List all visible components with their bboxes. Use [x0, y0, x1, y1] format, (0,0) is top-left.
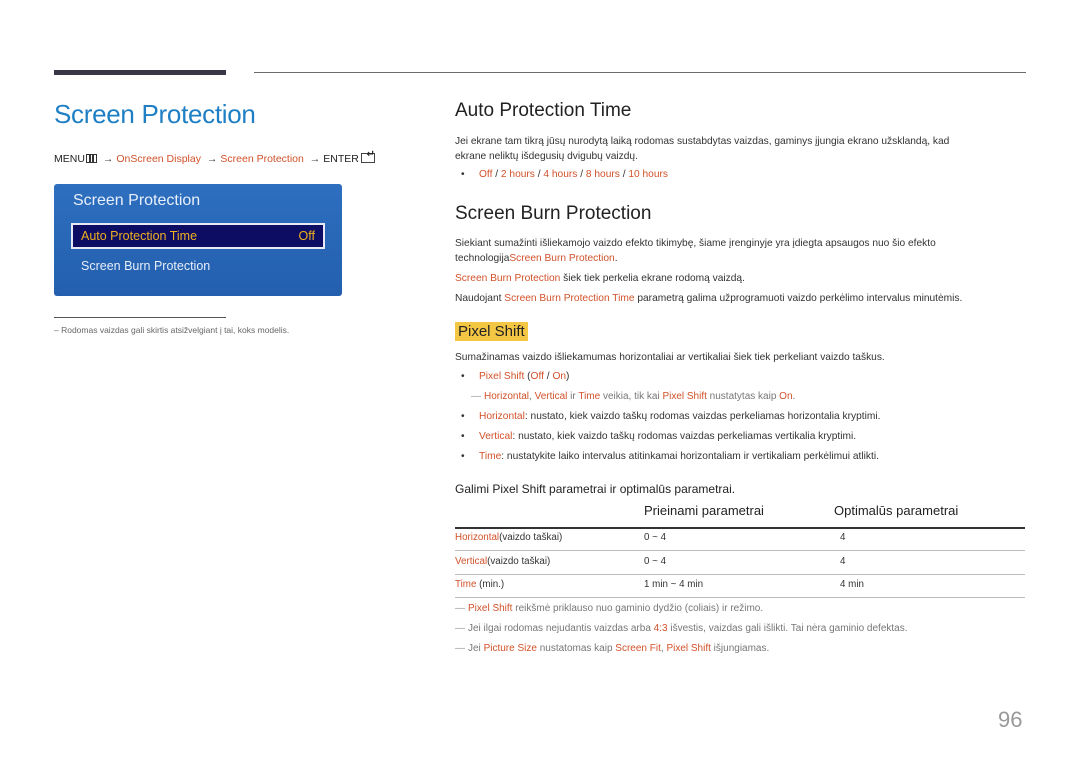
bullet-icon: • [461, 411, 465, 422]
breadcrumb-onscreen-display[interactable]: OnScreen Display [116, 153, 201, 165]
auto-protection-heading: Auto Protection Time [455, 100, 632, 121]
bullet-icon: • [461, 169, 465, 180]
auto-protection-options: • Off / 2 hours / 4 hours / 8 hours / 10 … [461, 169, 669, 180]
osd-menu-panel: Screen Protection Auto Protection Time O… [54, 184, 342, 296]
osd-item-value: Off [298, 229, 315, 243]
osd-menu-title: Screen Protection [73, 192, 201, 209]
option-4-hours: 4 hours [543, 169, 578, 180]
bullet-icon: • [461, 371, 465, 382]
option-8-hours: 8 hours [585, 169, 620, 180]
note-dash-icon: ― [455, 603, 465, 614]
option-off: Off [479, 169, 493, 180]
arrow-icon: → [206, 153, 218, 165]
note-dash-icon: ― [455, 623, 465, 634]
header-rule [254, 72, 1026, 73]
breadcrumb-screen-protection[interactable]: Screen Protection [220, 153, 303, 165]
menu-icon [85, 154, 97, 163]
footnote-divider [54, 317, 226, 318]
bullet-time: • Time: nustatykite laiko intervalus atit… [461, 451, 879, 462]
table-header-optimal: Optimalūs parametrai [834, 503, 959, 518]
note-1: ― Pixel Shift reikšmė priklauso nuo gamin… [455, 603, 764, 614]
bullet-icon: • [461, 451, 465, 462]
screen-burn-p1-line1: Siekiant sumažinti išliekamojo vaizdo ef… [455, 238, 936, 249]
note-2: ― Jei ilgai rodomas nejudantis vaizdas ar… [455, 623, 908, 634]
bullet-vertical: • Vertical: nustato, kiek vaizdo taškų ro… [461, 431, 857, 442]
note-3: ― Jei Picture Size nustatomas kaip Screen… [455, 643, 770, 654]
table-row: Horizontal(vaizdo taškai) 0 ~ 4 4 [455, 528, 1025, 551]
enter-icon [360, 149, 375, 163]
screen-burn-p1-line2: technologijaScreen Burn Protection. [455, 253, 618, 264]
breadcrumb: MENU → OnScreen Display → Screen Protectio… [54, 149, 375, 165]
table-row: Vertical(vaizdo taškai) 0 ~ 4 4 [455, 552, 1025, 575]
auto-protection-desc-2: ekrane neliktų išdegusių dvigubų vaizdų. [455, 151, 638, 162]
pixel-shift-subnote: ― Horizontal, Vertical ir Time veikia, ti… [471, 391, 796, 402]
pixel-shift-desc: Sumažinamas vaizdo išliekamumas horizont… [455, 352, 885, 363]
option-2-hours: 2 hours [500, 169, 535, 180]
auto-protection-desc-1: Jei ekrane tam tikrą jūsų nurodytą laiką… [455, 136, 950, 147]
breadcrumb-menu: MENU [54, 153, 85, 165]
page-number: 96 [998, 707, 1023, 732]
osd-item-screen-burn-protection[interactable]: Screen Burn Protection [81, 259, 210, 273]
table-row: Time (min.) 1 min ~ 4 min 4 min [455, 575, 1025, 598]
breadcrumb-enter: ENTER [323, 153, 359, 165]
footnote: – Rodomas vaizdas gali skirtis atsižvelg… [54, 325, 290, 335]
screen-burn-p2: Screen Burn Protection šiek tiek perkeli… [455, 273, 745, 284]
table-header-available: Prieinami parametrai [644, 503, 764, 518]
option-10-hours: 10 hours [628, 169, 669, 180]
osd-item-auto-protection-time[interactable]: Auto Protection Time Off [71, 223, 325, 249]
table-caption: Galimi Pixel Shift parametrai ir optimal… [455, 482, 736, 496]
header-accent-bar [54, 70, 226, 75]
note-dash-icon: ― [455, 643, 465, 654]
pixel-shift-heading: Pixel Shift [455, 322, 528, 341]
arrow-icon: → [102, 153, 114, 165]
bullet-horizontal: • Horizontal: nustato, kiek vaizdo taškų … [461, 411, 881, 422]
arrow-icon: → [309, 153, 321, 165]
screen-burn-heading: Screen Burn Protection [455, 203, 652, 224]
note-dash-icon: ― [471, 391, 481, 402]
screen-burn-p3: Naudojant Screen Burn Protection Time pa… [455, 293, 963, 304]
osd-item-label: Auto Protection Time [81, 229, 198, 243]
page-title: Screen Protection [54, 99, 256, 129]
bullet-icon: • [461, 431, 465, 442]
pixel-shift-option: • Pixel Shift (Off / On) [461, 371, 570, 382]
